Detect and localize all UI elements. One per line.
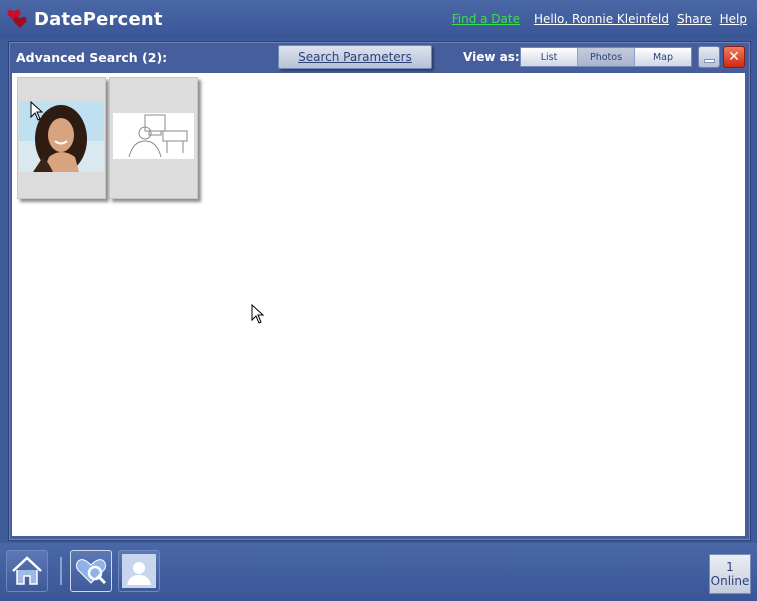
online-count: 1 [726,560,734,574]
find-a-date-link[interactable]: Find a Date [452,12,520,26]
user-silhouette-icon [122,554,156,588]
view-map-button[interactable]: Map [635,48,691,66]
help-link[interactable]: Help [720,12,747,26]
search-parameters-button[interactable]: Search Parameters [278,45,432,69]
close-icon: ✕ [728,49,740,65]
heart-search-icon [75,559,107,585]
toolbar-divider [60,557,62,585]
header-links: Find a Date Hello, Ronnie Kleinfeld Shar… [452,12,747,26]
app-title: DatePercent [34,8,163,30]
advanced-search-panel: Advanced Search (2): Search Parameters V… [8,41,751,541]
no-photo-placeholder-icon [111,101,196,172]
results-area [12,73,745,536]
panel-title: Advanced Search (2): [16,50,168,65]
online-count-badge[interactable]: 1 Online [709,554,751,594]
view-as-label: View as: [463,50,520,64]
share-link[interactable]: Share [677,12,712,26]
profile-button[interactable] [118,550,160,592]
result-card[interactable] [17,77,106,199]
home-icon [12,556,42,585]
hearts-logo-icon [7,9,27,28]
view-list-button[interactable]: List [521,48,578,66]
view-toggle: List Photos Map [520,47,692,67]
home-button[interactable] [6,550,48,592]
logo[interactable]: DatePercent [6,5,163,33]
mouse-cursor-icon [251,304,265,324]
user-greeting-link[interactable]: Hello, Ronnie Kleinfeld [534,12,669,26]
close-button[interactable]: ✕ [723,46,745,68]
search-button[interactable] [70,550,112,592]
minimize-button[interactable] [698,46,720,68]
view-photos-button[interactable]: Photos [578,48,635,66]
mouse-cursor-icon [30,101,44,121]
bottom-toolbar: 1 Online [0,543,757,601]
panel-header: Advanced Search (2): Search Parameters V… [9,42,750,72]
result-card[interactable] [109,77,198,199]
online-label: Online [710,574,750,588]
top-bar: DatePercent Find a Date Hello, Ronnie Kl… [0,0,757,38]
